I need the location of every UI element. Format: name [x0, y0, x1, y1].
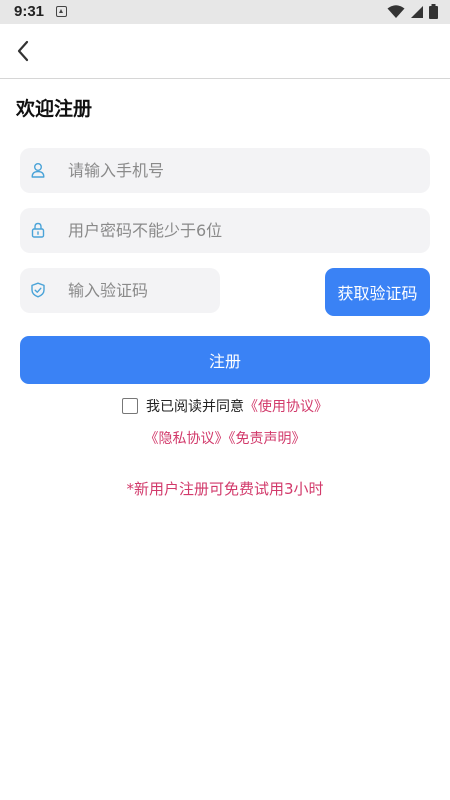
status-bar: 9:31: [0, 0, 450, 24]
wifi-icon: [387, 4, 405, 18]
notification-icon: [56, 6, 67, 17]
terms-link[interactable]: 《使用协议》: [244, 399, 328, 415]
page-title: 欢迎注册: [16, 98, 93, 120]
status-icons: [387, 4, 438, 19]
lock-icon: [31, 222, 45, 238]
trial-note: *新用户注册可免费试用3小时: [126, 480, 324, 498]
shield-icon: [31, 282, 45, 298]
agree-checkbox[interactable]: [122, 398, 138, 414]
phone-input[interactable]: [68, 148, 418, 193]
register-button[interactable]: 注册: [20, 336, 430, 384]
chevron-left-icon[interactable]: [10, 36, 40, 66]
status-time: 9:31: [14, 3, 45, 20]
agreement-text: 我已阅读并同意: [146, 399, 244, 415]
code-input[interactable]: [68, 268, 208, 313]
signal-icon: [411, 5, 423, 18]
password-field[interactable]: [20, 208, 430, 253]
get-code-button[interactable]: 获取验证码: [325, 268, 430, 316]
user-icon: [31, 163, 45, 178]
password-input[interactable]: [68, 208, 418, 253]
agreement-row: 我已阅读并同意《使用协议》: [0, 396, 450, 416]
code-field[interactable]: [20, 268, 220, 313]
app-bar: [0, 24, 450, 79]
disclaimer-link[interactable]: 《免责声明》: [229, 431, 306, 447]
privacy-link[interactable]: 《隐私协议》: [145, 431, 229, 447]
policy-links: 《隐私协议》《免责声明》: [0, 428, 450, 448]
phone-field[interactable]: [20, 148, 430, 193]
battery-icon: [429, 4, 438, 19]
